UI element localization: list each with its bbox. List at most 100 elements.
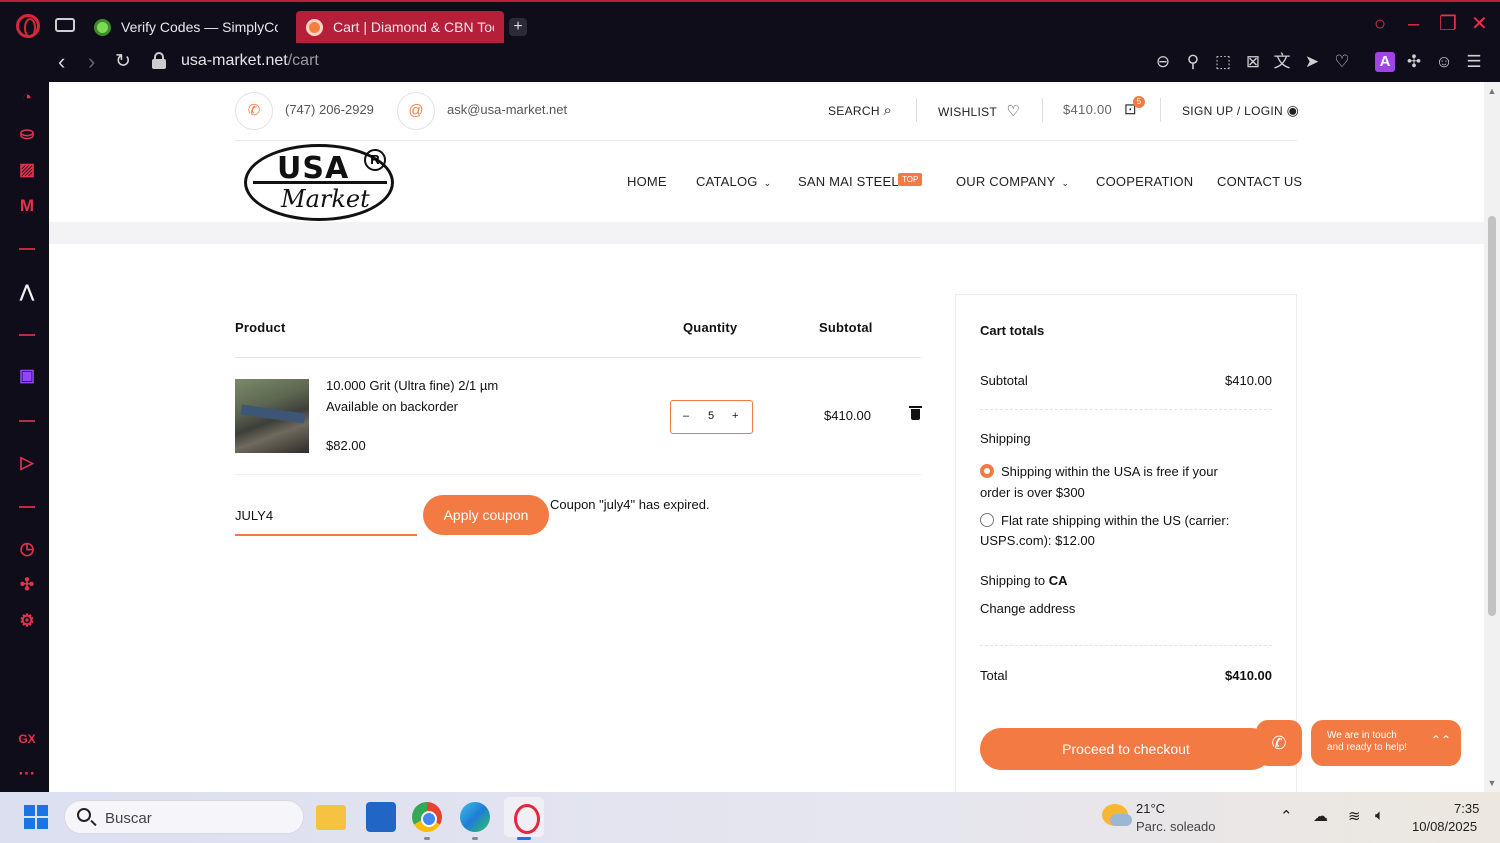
apply-coupon-button[interactable]: Apply coupon: [423, 495, 549, 535]
remove-item-trash-icon[interactable]: [909, 406, 922, 420]
gx-corner-icon[interactable]: GX: [17, 729, 37, 749]
wifi-icon[interactable]: ≋: [1348, 807, 1361, 825]
logo-arrow: [253, 181, 387, 184]
scrollbar-thumb[interactable]: [1488, 216, 1496, 616]
shipping-free-line2[interactable]: order is over $300: [980, 485, 1085, 500]
nav-home[interactable]: HOME: [627, 174, 667, 189]
search-link[interactable]: SEARCH ⌕: [828, 102, 892, 119]
adblock-icon[interactable]: ⊠: [1243, 52, 1263, 72]
browser-search-icon[interactable]: ○: [1374, 14, 1386, 34]
shipping-free-line1[interactable]: Shipping within the USA is free if your: [1001, 464, 1218, 479]
easy-setup-icon[interactable]: ☰: [1464, 52, 1484, 72]
restore-icon[interactable]: ❐: [1439, 14, 1457, 34]
wishlist-link[interactable]: WISHLIST ♡: [938, 102, 1020, 120]
page-scrollbar[interactable]: ▲ ▼: [1484, 82, 1500, 792]
windows-taskbar: Buscar 21°C Parc. soleado ⌃ ☁ ≋ 🔈︎ 7:35 …: [0, 792, 1500, 843]
chrome-icon[interactable]: [412, 802, 442, 832]
nav-san-mai-steel[interactable]: SAN MAI STEEL: [798, 174, 899, 189]
aria-ai-icon[interactable]: A: [1375, 52, 1395, 72]
opera-menu-icon[interactable]: [16, 14, 40, 38]
clock-date[interactable]: 10/08/2025: [1412, 819, 1477, 834]
windows-start-icon[interactable]: [24, 805, 48, 829]
taskbar-search-box[interactable]: Buscar: [64, 800, 304, 834]
history-icon[interactable]: ◷: [17, 539, 37, 559]
more-icon[interactable]: ···: [17, 764, 37, 784]
microsoft-store-icon[interactable]: [366, 802, 396, 832]
nav-our-company[interactable]: OUR COMPANY ⌄: [956, 174, 1069, 189]
tab-label: Cart | Diamond & CBN Too: [333, 19, 494, 35]
product-thumbnail[interactable]: [235, 379, 309, 453]
lock-icon[interactable]: [152, 52, 166, 70]
qty-increase-button[interactable]: +: [732, 410, 738, 422]
url-field[interactable]: usa-market.net/cart: [181, 52, 319, 70]
shipping-label: Shipping: [980, 431, 1031, 446]
back-icon[interactable]: ‹: [58, 50, 65, 74]
weather-description[interactable]: Parc. soleado: [1136, 819, 1216, 834]
extensions-icon[interactable]: ✣: [1404, 52, 1424, 72]
gmail-icon[interactable]: M: [17, 196, 37, 216]
email-address[interactable]: ask@usa-market.net: [447, 102, 567, 117]
phone-number[interactable]: (747) 206-2929: [285, 102, 374, 117]
phone-icon[interactable]: ✆: [235, 92, 273, 130]
aria-sidebar-icon[interactable]: ⋀: [17, 282, 37, 302]
weather-partly-sunny-icon[interactable]: [1102, 804, 1132, 826]
proceed-to-checkout-button[interactable]: Proceed to checkout: [980, 728, 1272, 770]
extensions-sidebar-icon[interactable]: ✣: [17, 575, 37, 595]
qty-value[interactable]: 5: [708, 410, 714, 422]
quantity-stepper[interactable]: – 5 +: [670, 400, 753, 434]
coupon-code-input[interactable]: [235, 496, 417, 536]
gx-control-icon[interactable]: ⛀: [17, 124, 37, 144]
speed-dial-icon[interactable]: ◔: [17, 88, 37, 108]
nav-contact-us[interactable]: CONTACT US: [1217, 174, 1302, 189]
onedrive-cloud-icon[interactable]: ☁: [1313, 807, 1328, 825]
snapshot-icon[interactable]: ⬚: [1213, 52, 1233, 72]
login-link[interactable]: SIGN UP / LOGIN ◉: [1182, 102, 1299, 119]
url-path: /cart: [287, 52, 319, 69]
cart-total-link[interactable]: $410.00: [1063, 102, 1112, 117]
call-button-phone-icon[interactable]: ✆: [1256, 720, 1302, 766]
show-hidden-icons-chevron-icon[interactable]: ⌃: [1280, 807, 1293, 825]
nav-catalog[interactable]: CATALOG ⌄: [696, 174, 771, 189]
opera-gx-icon[interactable]: [504, 797, 544, 837]
send-icon[interactable]: ➤: [1302, 52, 1322, 72]
shipping-flat-rate-radio[interactable]: [980, 513, 994, 527]
gx-cleaner-icon[interactable]: ▨: [17, 160, 37, 180]
profile-icon[interactable]: ☺: [1434, 52, 1454, 72]
tab-label: Verify Codes — SimplyCo: [121, 19, 278, 35]
scroll-up-icon[interactable]: ▲: [1487, 86, 1497, 96]
translate-icon[interactable]: 文: [1272, 52, 1292, 72]
zoom-out-icon[interactable]: ⊖: [1153, 52, 1173, 72]
pin-icon[interactable]: ⚲: [1183, 52, 1203, 72]
new-tab-button[interactable]: +: [509, 18, 527, 36]
tab-verify-codes[interactable]: Verify Codes — SimplyCo: [84, 11, 288, 43]
change-address-link[interactable]: Change address: [980, 601, 1075, 616]
shipping-free-radio[interactable]: [980, 464, 994, 478]
volume-icon[interactable]: 🔈︎: [1375, 807, 1384, 824]
twitch-icon[interactable]: ▣: [17, 366, 37, 386]
url-domain: usa-market.net: [181, 52, 288, 69]
settings-icon[interactable]: ⚙: [17, 611, 37, 631]
shipping-flat-line1[interactable]: Flat rate shipping within the US (carrie…: [1001, 513, 1229, 528]
heart-icon[interactable]: ♡: [1332, 52, 1352, 72]
close-icon[interactable]: ✕: [1471, 14, 1488, 34]
reload-icon[interactable]: ↻: [115, 50, 131, 74]
product-name[interactable]: 10.000 Grit (Ultra fine) 2/1 µm: [326, 378, 498, 393]
edge-icon[interactable]: [460, 802, 490, 832]
forward-icon[interactable]: ›: [88, 50, 95, 74]
tab-cart[interactable]: Cart | Diamond & CBN Too: [296, 11, 504, 43]
clock-time[interactable]: 7:35: [1454, 801, 1479, 816]
shipping-flat-line2[interactable]: USPS.com): $12.00: [980, 533, 1095, 548]
usa-market-logo[interactable]: USA R Market: [244, 144, 394, 221]
file-explorer-icon[interactable]: [316, 805, 346, 830]
qty-decrease-button[interactable]: –: [683, 410, 689, 422]
weather-temperature[interactable]: 21°C: [1136, 801, 1165, 816]
minimize-icon[interactable]: –: [1408, 14, 1419, 34]
scroll-down-icon[interactable]: ▼: [1487, 778, 1497, 788]
cart-count-badge: 5: [1133, 96, 1145, 108]
player-icon[interactable]: ▷: [17, 453, 37, 473]
email-icon[interactable]: @: [397, 92, 435, 130]
logo-market-text: Market: [281, 185, 370, 213]
chat-widget-button[interactable]: We are in touch and ready to help! ⌃⌃: [1311, 720, 1461, 766]
tab-manager-icon[interactable]: [55, 18, 75, 32]
nav-cooperation[interactable]: COOPERATION: [1096, 174, 1193, 189]
